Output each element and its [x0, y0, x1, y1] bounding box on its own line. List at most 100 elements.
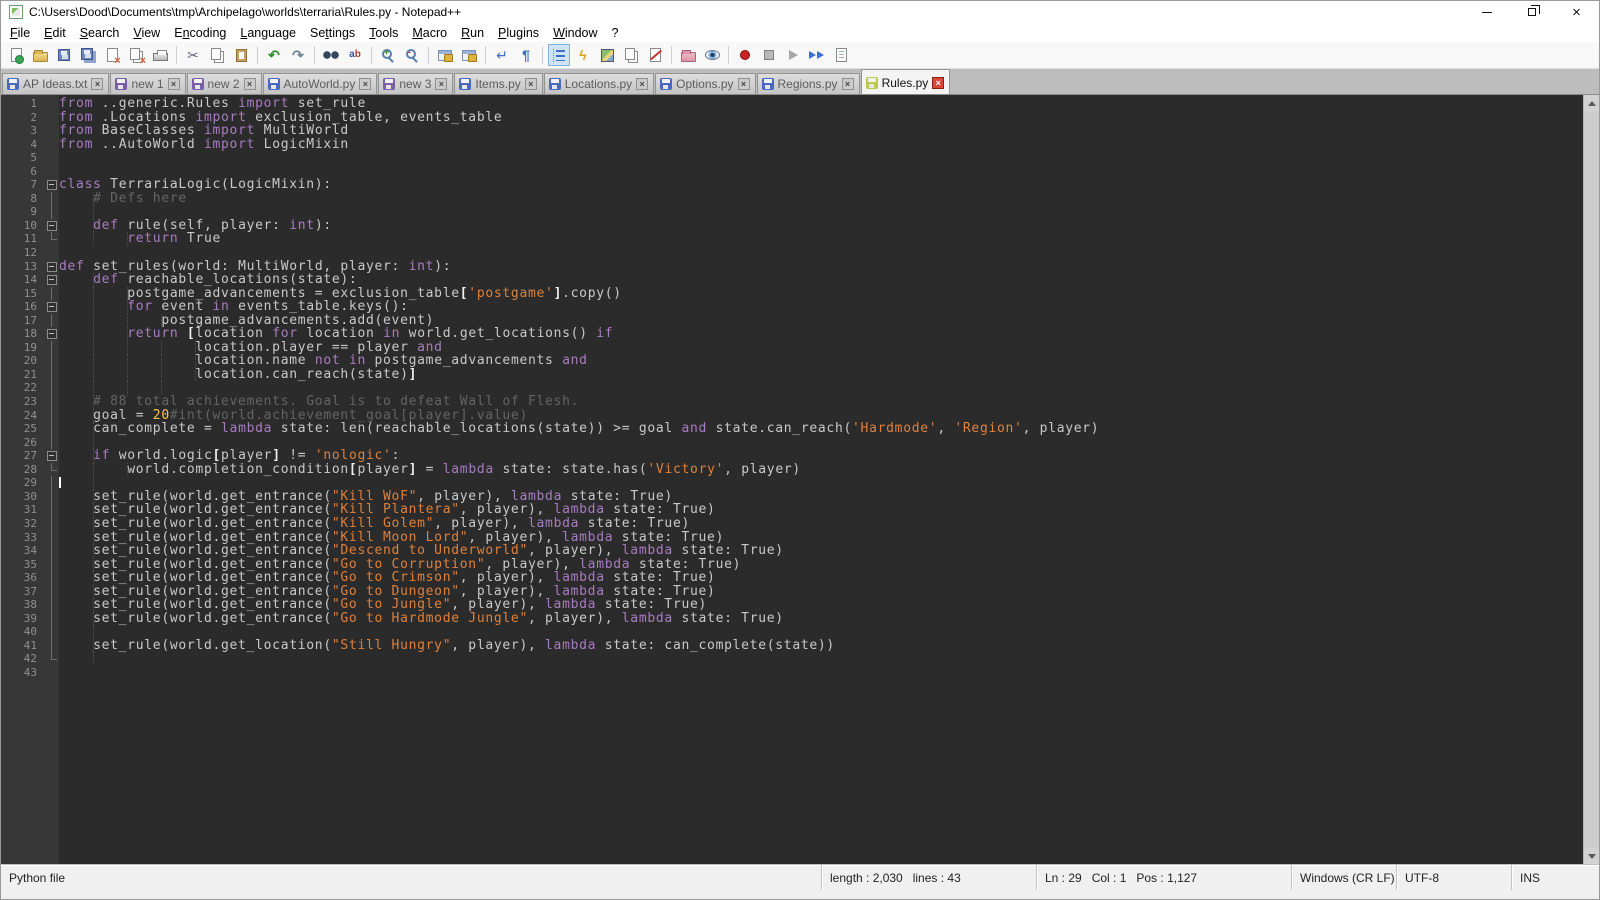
menu-encoding[interactable]: Encoding: [167, 24, 233, 42]
code-line[interactable]: 6: [1, 165, 1583, 179]
find-icon[interactable]: [320, 44, 342, 66]
menu-help[interactable]: ?: [605, 24, 626, 42]
code-line[interactable]: 20 location.name not in postgame_advance…: [1, 354, 1583, 368]
menu-plugins[interactable]: Plugins: [491, 24, 546, 42]
tab-autoworld-py[interactable]: AutoWorld.py×: [263, 73, 378, 94]
save-all-icon[interactable]: [77, 44, 99, 66]
macro-play-icon[interactable]: [782, 44, 804, 66]
fold-collapse-icon[interactable]: [45, 260, 59, 274]
tab-close-icon[interactable]: ×: [244, 78, 256, 90]
word-wrap-icon[interactable]: ↵: [491, 44, 513, 66]
tab-locations-py[interactable]: Locations.py×: [544, 73, 654, 94]
tab-rules-py[interactable]: Rules.py×: [861, 69, 951, 94]
code-line[interactable]: 21 location.can_reach(state)]: [1, 368, 1583, 382]
sync-vertical-icon[interactable]: [434, 44, 456, 66]
code-line[interactable]: 18 return [location for location in worl…: [1, 327, 1583, 341]
save-icon[interactable]: [53, 44, 75, 66]
tab-close-icon[interactable]: ×: [932, 77, 944, 89]
tab-close-icon[interactable]: ×: [842, 78, 854, 90]
code-line[interactable]: 3from BaseClasses import MultiWorld: [1, 124, 1583, 138]
minimize-button[interactable]: [1464, 1, 1509, 23]
scroll-up-arrow[interactable]: [1584, 95, 1599, 111]
code-line[interactable]: 30 set_rule(world.get_entrance("Kill WoF…: [1, 490, 1583, 504]
code-line[interactable]: 12: [1, 246, 1583, 260]
vertical-scrollbar[interactable]: [1583, 95, 1599, 864]
code-line[interactable]: 19 location.player == player and: [1, 341, 1583, 355]
menu-search[interactable]: Search: [73, 24, 127, 42]
code-line[interactable]: 38 set_rule(world.get_entrance("Go to Ju…: [1, 598, 1583, 612]
macro-record-icon[interactable]: [734, 44, 756, 66]
open-icon[interactable]: [29, 44, 51, 66]
fold-collapse-icon[interactable]: [45, 327, 59, 341]
code-line[interactable]: 27 if world.logic[player] != 'nologic':: [1, 449, 1583, 463]
redo-icon[interactable]: ↷: [287, 44, 309, 66]
code-line[interactable]: 1from ..generic.Rules import set_rule: [1, 97, 1583, 111]
tab-close-icon[interactable]: ×: [738, 78, 750, 90]
fold-collapse-icon[interactable]: [45, 219, 59, 233]
code-line[interactable]: 14 def reachable_locations(state):: [1, 273, 1583, 287]
code-line[interactable]: 22: [1, 381, 1583, 395]
zoom-out-icon[interactable]: -: [401, 44, 423, 66]
close-button[interactable]: ×: [1554, 1, 1599, 23]
code-line[interactable]: 35 set_rule(world.get_entrance("Go to Co…: [1, 558, 1583, 572]
code-line[interactable]: 34 set_rule(world.get_entrance("Descend …: [1, 544, 1583, 558]
code-line[interactable]: 15 postgame_advancements = exclusion_tab…: [1, 287, 1583, 301]
zoom-in-icon[interactable]: +: [377, 44, 399, 66]
menu-tools[interactable]: Tools: [362, 24, 405, 42]
tab-options-py[interactable]: Options.py×: [655, 73, 755, 94]
code-line[interactable]: 7class TerrariaLogic(LogicMixin):: [1, 178, 1583, 192]
restore-button[interactable]: [1509, 1, 1554, 23]
document-list-icon[interactable]: [620, 44, 642, 66]
function-list-icon[interactable]: ϟ: [572, 44, 594, 66]
new-file-icon[interactable]: [5, 44, 27, 66]
macro-run-multiple-icon[interactable]: [806, 44, 828, 66]
macro-save-icon[interactable]: [830, 44, 852, 66]
close-icon[interactable]: [101, 44, 123, 66]
tab-close-icon[interactable]: ×: [435, 78, 447, 90]
code-line[interactable]: 36 set_rule(world.get_entrance("Go to Cr…: [1, 571, 1583, 585]
code-line[interactable]: 31 set_rule(world.get_entrance("Kill Pla…: [1, 503, 1583, 517]
fold-collapse-icon[interactable]: [45, 449, 59, 463]
code-line[interactable]: 43: [1, 666, 1583, 680]
indent-guide-icon[interactable]: [548, 44, 570, 66]
menu-language[interactable]: Language: [233, 24, 303, 42]
code-line[interactable]: 10 def rule(self, player: int):: [1, 219, 1583, 233]
menu-run[interactable]: Run: [454, 24, 491, 42]
code-line[interactable]: 33 set_rule(world.get_entrance("Kill Moo…: [1, 531, 1583, 545]
menu-edit[interactable]: Edit: [37, 24, 73, 42]
menu-macro[interactable]: Macro: [405, 24, 454, 42]
folder-as-workspace-icon[interactable]: [677, 44, 699, 66]
replace-icon[interactable]: ab: [344, 44, 366, 66]
tab-new-3[interactable]: new 3×: [378, 73, 453, 94]
document-map-icon[interactable]: [596, 44, 618, 66]
tab-items-py[interactable]: Items.py×: [454, 73, 542, 94]
code-line[interactable]: 25 can_complete = lambda state: len(reac…: [1, 422, 1583, 436]
show-all-characters-icon[interactable]: ¶: [515, 44, 537, 66]
code-line[interactable]: 32 set_rule(world.get_entrance("Kill Gol…: [1, 517, 1583, 531]
copy-icon[interactable]: [206, 44, 228, 66]
fold-collapse-icon[interactable]: [45, 300, 59, 314]
tab-close-icon[interactable]: ×: [636, 78, 648, 90]
undo-icon[interactable]: ↶: [263, 44, 285, 66]
code-line[interactable]: 37 set_rule(world.get_entrance("Go to Du…: [1, 585, 1583, 599]
tab-new-2[interactable]: new 2×: [187, 73, 262, 94]
code-line[interactable]: 23 # 88 total achievements. Goal is to d…: [1, 395, 1583, 409]
code-line[interactable]: 42: [1, 652, 1583, 666]
cut-icon[interactable]: ✂: [182, 44, 204, 66]
code-line[interactable]: 41 set_rule(world.get_location("Still Hu…: [1, 639, 1583, 653]
tab-close-icon[interactable]: ×: [359, 78, 371, 90]
tab-new-1[interactable]: new 1×: [110, 73, 185, 94]
code-line[interactable]: 2from .Locations import exclusion_table,…: [1, 111, 1583, 125]
code-line[interactable]: 8 # Defs here: [1, 192, 1583, 206]
view-eye-icon[interactable]: [701, 44, 723, 66]
tab-close-icon[interactable]: ×: [525, 78, 537, 90]
code-line[interactable]: 16 for event in events_table.keys():: [1, 300, 1583, 314]
menu-settings[interactable]: Settings: [303, 24, 362, 42]
fold-collapse-icon[interactable]: [45, 178, 59, 192]
close-all-icon[interactable]: [125, 44, 147, 66]
code-line[interactable]: 5: [1, 151, 1583, 165]
macro-stop-icon[interactable]: [758, 44, 780, 66]
fold-collapse-icon[interactable]: [45, 273, 59, 287]
code-line[interactable]: 39 set_rule(world.get_entrance("Go to Ha…: [1, 612, 1583, 626]
code-line[interactable]: 26: [1, 436, 1583, 450]
